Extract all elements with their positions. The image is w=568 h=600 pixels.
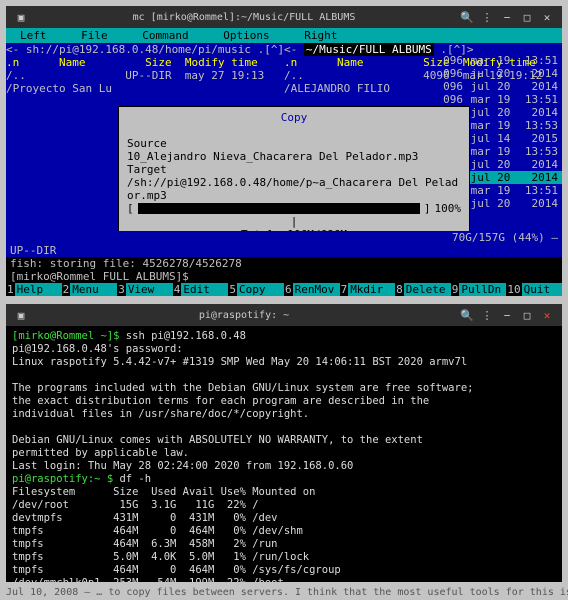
prompt[interactable]: [mirko@Rommel FULL ALBUMS]$ [6, 270, 562, 283]
fkey-quit[interactable]: 10Quit [506, 283, 562, 296]
file-row[interactable]: 096jul 202014 [284, 67, 562, 80]
fkey-edit[interactable]: 4Edit [173, 283, 229, 296]
minimize-icon[interactable]: − [500, 308, 514, 322]
maximize-icon[interactable]: □ [520, 10, 534, 24]
terminal-output[interactable]: [mirko@Rommel ~]$ ssh pi@192.168.0.48pi@… [6, 326, 562, 582]
fish-status: fish: storing file: 4526278/4526278 [6, 257, 562, 270]
fkey-renmov[interactable]: 6RenMov [284, 283, 340, 296]
fkey-mkdir[interactable]: 7Mkdir [340, 283, 396, 296]
maximize-icon[interactable]: □ [520, 308, 534, 322]
page-snippet: Jul 10, 2008 — … to copy files between s… [0, 587, 568, 598]
mc-window: ▣ mc [mirko@Rommel]:~/Music/FULL ALBUMS … [6, 6, 562, 296]
menu-icon[interactable]: ⋮ [480, 308, 494, 322]
copy-target: /sh://pi@192.168.0.48/home/p~a_Chacarera… [127, 176, 458, 202]
file-row[interactable]: 096jul 202014 [284, 80, 562, 93]
window-title: mc [mirko@Rommel]:~/Music/FULL ALBUMS [28, 12, 460, 23]
close-icon[interactable]: ✕ [540, 10, 554, 24]
mc-menubar[interactable]: Left File Command Options Right [6, 28, 562, 43]
menu-left[interactable]: Left [20, 29, 47, 42]
term-titlebar[interactable]: ▣ pi@raspotify: ~ 🔍 ⋮ − □ ✕ [6, 304, 562, 326]
menu-icon[interactable]: ⋮ [480, 10, 494, 24]
menu-file[interactable]: File [81, 29, 108, 42]
fkey-copy[interactable]: 5Copy [228, 283, 284, 296]
dialog-title: Copy [127, 111, 461, 124]
mc-titlebar[interactable]: ▣ mc [mirko@Rommel]:~/Music/FULL ALBUMS … [6, 6, 562, 28]
fkey-menu[interactable]: 2Menu [62, 283, 118, 296]
updir-label: UP--DIR [6, 244, 562, 257]
search-icon[interactable]: 🔍 [460, 308, 474, 322]
close-icon[interactable]: ✕ [540, 308, 554, 322]
file-row[interactable]: 096mar 1913:51 [284, 93, 562, 106]
minimize-icon[interactable]: − [500, 10, 514, 24]
fkey-pulldn[interactable]: 9PullDn [451, 283, 507, 296]
file-row[interactable]: 096mar 1913:51 [284, 54, 562, 67]
menu-command[interactable]: Command [142, 29, 188, 42]
terminal-window: ▣ pi@raspotify: ~ 🔍 ⋮ − □ ✕ [mirko@Romme… [6, 304, 562, 582]
fkey-view[interactable]: 3View [117, 283, 173, 296]
disk-stat: 70G/157G (44%) [452, 231, 545, 244]
copy-source: 10_Alejandro Nieva_Chacarera Del Pelador… [127, 150, 418, 163]
menu-options[interactable]: Options [223, 29, 269, 42]
file-progress [138, 203, 420, 214]
menu-right[interactable]: Right [304, 29, 337, 42]
app-icon: ▣ [14, 308, 28, 322]
window-title: pi@raspotify: ~ [28, 310, 460, 321]
fkey-help[interactable]: 1Help [6, 283, 62, 296]
search-icon[interactable]: 🔍 [460, 10, 474, 24]
app-icon: ▣ [14, 10, 28, 24]
file-percent: 100% [435, 202, 462, 215]
mc-area: Left File Command Options Right <- sh://… [6, 28, 562, 296]
fkey-bar: 1Help2Menu3View4Edit5Copy6RenMov7Mkdir8D… [6, 283, 562, 296]
fkey-delete[interactable]: 8Delete [395, 283, 451, 296]
